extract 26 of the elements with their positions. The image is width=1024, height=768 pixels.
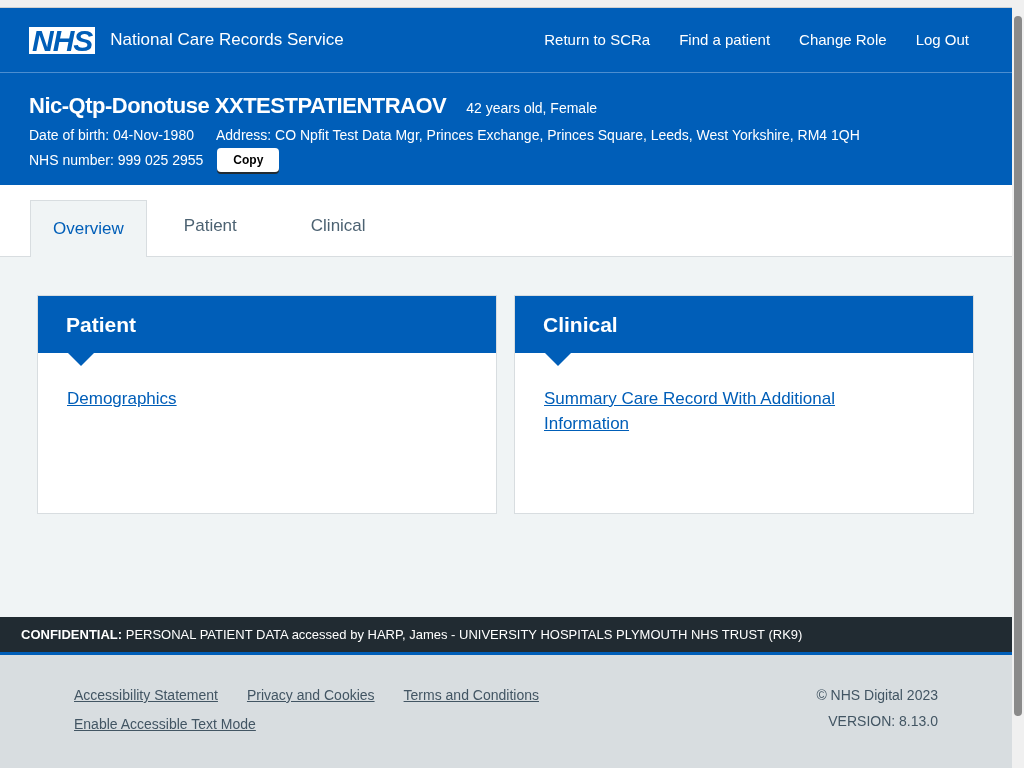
card-title: Clinical [543, 311, 618, 338]
nhs-number: NHS number: 999 025 2955 [29, 150, 204, 170]
nav-link[interactable]: Return to SCRa [544, 28, 651, 52]
tab[interactable]: Patient [146, 199, 274, 256]
age-gender: 42 years old, Female [466, 99, 598, 118]
address: Address: CO Npfit Test Data Mgr, Princes Exchange, Princes Square, Leeds, West Yorkshire, RM4 1QH [216, 126, 860, 145]
service-name: National Care Records Service [110, 29, 344, 52]
card-link[interactable]: Demographics [67, 386, 397, 411]
nav-link[interactable]: Change Role [799, 28, 887, 52]
copyright: © NHS Digital 2023 [816, 686, 938, 705]
patient-name: Nic-Qtp-Donotuse XXTESTPATIENTRAOV [29, 92, 447, 120]
date-of-birth: Date of birth: 04-Nov-1980 [29, 126, 194, 145]
footer-link[interactable]: Enable Accessible Text Mode [74, 714, 256, 735]
confidential-notice: CONFIDENTIAL: PERSONAL PATIENT DATA accessed by HARP, James - UNIVERSITY HOSPITALS PLYMOUTH NHS TRUST (RK9) [21, 625, 803, 644]
nav-link[interactable]: Find a patient [679, 28, 771, 52]
card-title: Patient [66, 311, 136, 338]
footer-link[interactable]: Accessibility Statement [74, 685, 218, 706]
footer-link[interactable]: Privacy and Cookies [246, 685, 375, 706]
card-link[interactable]: Summary Care Record With Additional Information [544, 386, 874, 436]
copy-button[interactable]: Copy [217, 148, 280, 172]
tab[interactable]: Clinical [273, 199, 403, 256]
nhs-logo[interactable]: NHS [29, 26, 96, 54]
version: VERSION: 8.13.0 [828, 712, 938, 731]
nav-link[interactable]: Log Out [915, 28, 969, 52]
tab[interactable]: Overview [30, 200, 147, 257]
footer-link[interactable]: Terms and Conditions [403, 685, 539, 706]
